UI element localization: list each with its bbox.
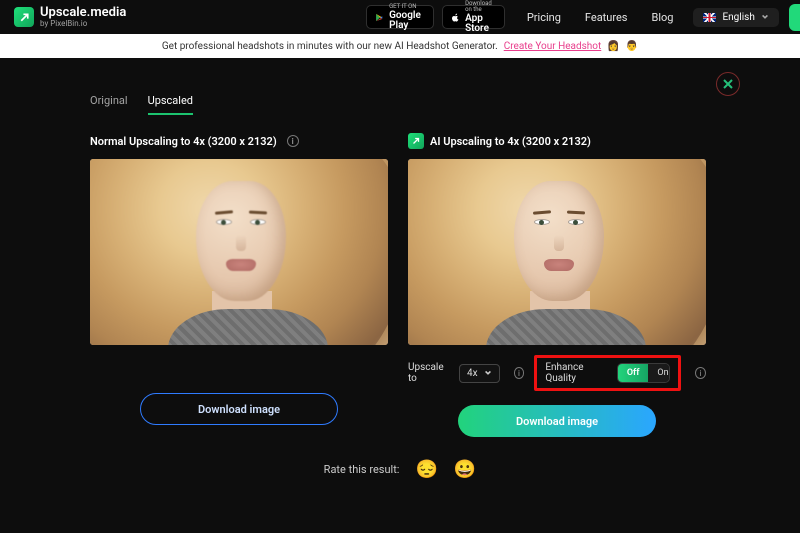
normal-upscale-column: Normal Upscaling to 4x (3200 x 2132) i D… bbox=[90, 133, 388, 437]
apple-icon bbox=[451, 11, 460, 24]
rate-label: Rate this result: bbox=[324, 463, 400, 476]
ai-upscale-column: AI Upscaling to 4x (3200 x 2132) Upscale… bbox=[408, 133, 706, 437]
promo-link[interactable]: Create Your Headshot bbox=[504, 41, 602, 52]
nav-features[interactable]: Features bbox=[585, 11, 628, 24]
brand-subtitle: by PixelBin.io bbox=[40, 20, 126, 28]
ai-preview-image bbox=[408, 159, 706, 345]
info-icon[interactable]: i bbox=[287, 135, 299, 147]
app-store-badge[interactable]: Download on the App Store bbox=[442, 5, 505, 29]
result-tabs: Original Upscaled bbox=[90, 94, 740, 115]
toggle-off[interactable]: Off bbox=[618, 364, 649, 382]
download-ai-button[interactable]: Download image bbox=[458, 405, 656, 437]
ai-upscale-title: AI Upscaling to 4x (3200 x 2132) bbox=[430, 135, 591, 148]
info-icon[interactable]: i bbox=[514, 367, 525, 379]
upscale-factor-dropdown[interactable]: 4x bbox=[459, 364, 500, 383]
brand-logo[interactable]: Upscale.media by PixelBin.io bbox=[14, 6, 126, 28]
language-selector[interactable]: English bbox=[693, 8, 778, 27]
tab-original[interactable]: Original bbox=[90, 94, 128, 115]
uk-flag-icon bbox=[703, 13, 716, 22]
appstore-small-text: Download on the bbox=[465, 1, 496, 13]
promo-text: Get professional headshots in minutes wi… bbox=[162, 41, 498, 52]
woman-emoji-icon: 👩 bbox=[607, 41, 619, 52]
promo-banner: Get professional headshots in minutes wi… bbox=[0, 34, 800, 58]
man-emoji-icon: 👨 bbox=[626, 41, 638, 52]
google-play-icon bbox=[375, 11, 384, 24]
normal-preview-image bbox=[90, 159, 388, 345]
rate-good-emoji-icon[interactable]: 😀 bbox=[454, 459, 476, 480]
language-label: English bbox=[722, 12, 754, 23]
rate-bad-emoji-icon[interactable]: 😔 bbox=[415, 459, 437, 480]
book-demo-button[interactable]: Boo bbox=[789, 4, 800, 31]
toggle-on[interactable]: On bbox=[648, 364, 670, 382]
upscale-to-label: Upscale to bbox=[408, 362, 449, 384]
upscale-factor-value: 4x bbox=[467, 368, 478, 379]
close-icon bbox=[723, 79, 733, 89]
ai-upscale-icon bbox=[408, 133, 424, 149]
enhance-quality-toggle[interactable]: Off On bbox=[617, 363, 670, 383]
upscale-arrow-icon bbox=[14, 7, 34, 27]
close-button[interactable] bbox=[716, 72, 740, 96]
google-play-badge[interactable]: GET IT ON Google Play bbox=[366, 5, 434, 29]
play-big-text: Google Play bbox=[389, 11, 425, 31]
nav-blog[interactable]: Blog bbox=[651, 11, 673, 24]
tab-upscaled[interactable]: Upscaled bbox=[148, 94, 193, 115]
rate-result-row: Rate this result: 😔 😀 bbox=[60, 459, 740, 480]
appstore-big-text: App Store bbox=[465, 14, 496, 34]
info-icon[interactable]: i bbox=[695, 367, 706, 379]
enhance-quality-label: Enhance Quality bbox=[545, 362, 606, 384]
play-small-text: GET IT ON bbox=[389, 4, 425, 10]
download-normal-button[interactable]: Download image bbox=[140, 393, 338, 425]
chevron-down-icon bbox=[761, 13, 769, 21]
top-navbar: Upscale.media by PixelBin.io GET IT ON G… bbox=[0, 0, 800, 34]
brand-title: Upscale.media bbox=[40, 6, 126, 19]
nav-pricing[interactable]: Pricing bbox=[527, 11, 561, 24]
normal-upscale-title: Normal Upscaling to 4x (3200 x 2132) bbox=[90, 135, 277, 148]
chevron-down-icon bbox=[484, 369, 492, 377]
enhance-quality-highlight: Enhance Quality Off On bbox=[534, 355, 681, 391]
